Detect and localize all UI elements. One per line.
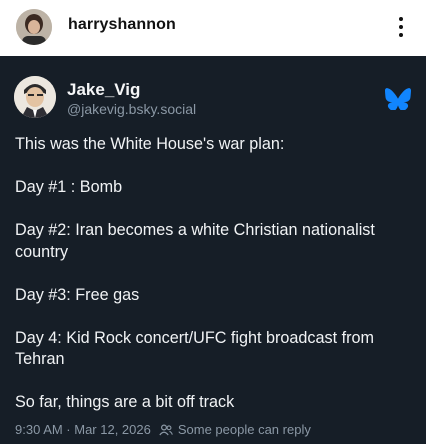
profile-photo-icon (16, 9, 52, 45)
post-line: Day 4: Kid Rock concert/UFC fight broadc… (15, 328, 374, 369)
cartoon-avatar-icon (14, 76, 56, 118)
bluesky-butterfly-icon (385, 88, 411, 110)
post-card: Jake_Vig @jakevig.bsky.social This was t… (0, 56, 426, 444)
instagram-header: harryshannon (0, 0, 426, 56)
reply-setting[interactable]: Some people can reply (178, 422, 311, 437)
avatar[interactable] (16, 9, 52, 45)
post-line: Day #3: Free gas (15, 285, 140, 304)
post-line: So far, things are a bit off track (15, 393, 235, 411)
people-icon (159, 423, 173, 435)
post-footer: 9:30 AM · Mar 12, 2026 Some people can r… (15, 422, 311, 437)
author-name[interactable]: Jake_Vig (67, 80, 140, 100)
author-avatar[interactable] (14, 76, 56, 118)
more-vertical-icon[interactable] (392, 14, 410, 40)
post-line: Day #2: Iran becomes a white Christian n… (15, 221, 375, 261)
post-line: Day #1 : Bomb (15, 178, 123, 196)
author-handle[interactable]: @jakevig.bsky.social (67, 101, 196, 117)
username[interactable]: harryshannon (68, 16, 176, 34)
post-line: This was the White House's war plan: (15, 135, 285, 153)
timestamp[interactable]: 9:30 AM · Mar 12, 2026 (15, 422, 151, 437)
post-text: This was the White House's war plan: Day… (15, 134, 415, 414)
